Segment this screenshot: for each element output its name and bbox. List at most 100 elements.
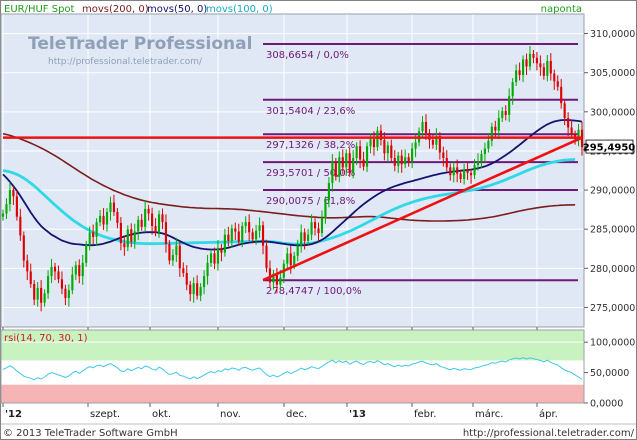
rsi-overbought-zone <box>1 330 584 361</box>
candle-body <box>560 86 563 104</box>
candle-body <box>476 161 480 166</box>
candle-body <box>50 266 53 277</box>
candle-body <box>182 268 185 274</box>
candle-body <box>286 253 289 264</box>
watermark-url: http://professional.teletrader.com/ <box>48 57 203 67</box>
candle-body <box>265 245 268 269</box>
footer-url: http://professional.teletrader.com/ <box>463 428 635 439</box>
candle-body <box>553 73 556 82</box>
candle-body <box>154 226 157 233</box>
candle-body <box>535 57 538 64</box>
rsi-oversold-zone <box>1 384 584 403</box>
candle-body <box>293 255 296 266</box>
candle-body <box>334 161 337 177</box>
candle-body <box>105 211 109 225</box>
candle-body <box>47 276 50 294</box>
candle-body <box>213 253 216 264</box>
candle-body <box>230 228 233 241</box>
candle-body <box>175 245 178 256</box>
candle-body <box>300 232 303 246</box>
candle-body <box>508 96 511 115</box>
candle-body <box>327 183 330 201</box>
candle-body <box>85 244 88 263</box>
candle-body <box>241 226 244 242</box>
candle-body <box>497 118 500 131</box>
candle-body <box>424 121 428 133</box>
price-tick-label: 290,0000 <box>590 186 635 197</box>
legend-ma100: movs(100, 0) <box>206 4 273 15</box>
price-tick-label: 300,0000 <box>590 107 635 118</box>
candle-body <box>178 245 181 269</box>
candle-body <box>365 146 369 167</box>
candle-body <box>338 157 341 177</box>
candle-body <box>147 208 150 214</box>
rsi-tick-label: 0,0000 <box>590 399 623 410</box>
candle-body <box>119 222 122 244</box>
legend-ma50: movs(50, 0) <box>147 4 207 15</box>
candle-body <box>528 53 532 67</box>
candle-body <box>248 222 251 233</box>
candle-body <box>473 165 476 176</box>
price-tick-label: 275,0000 <box>590 303 635 314</box>
candle-body <box>157 214 161 233</box>
candle-body <box>372 139 376 148</box>
candle-body <box>386 145 389 154</box>
candle-body <box>549 60 552 74</box>
candle-body <box>369 139 372 147</box>
candle-body <box>255 230 258 240</box>
time-tick-label: okt. <box>152 409 171 420</box>
candle-body <box>324 200 327 219</box>
candle-body <box>303 232 306 241</box>
candle-body <box>411 148 414 162</box>
candle-body <box>126 229 129 248</box>
candle-body <box>102 215 105 225</box>
candle-body <box>199 287 202 296</box>
candle-body <box>258 225 261 231</box>
fibonacci-label: 290,0075 / 61,8% <box>266 196 355 207</box>
candle-body <box>518 70 521 76</box>
candle-body <box>348 153 351 173</box>
candle-body <box>501 111 504 119</box>
candle-body <box>570 127 573 135</box>
candle-body <box>345 153 348 168</box>
candle-body <box>137 219 140 232</box>
candle-body <box>116 211 119 223</box>
candle-body <box>563 103 566 119</box>
fibonacci-label: 293,5701 / 50,0% <box>266 168 355 179</box>
candle-body <box>33 283 36 300</box>
candle-body <box>227 234 230 241</box>
candle-body <box>71 274 74 291</box>
candle-body <box>539 63 542 68</box>
candle-body <box>341 157 344 168</box>
candle-body <box>92 232 95 238</box>
candle-body <box>331 161 334 184</box>
candle-body <box>449 167 452 176</box>
time-tick-label: ápr. <box>539 408 558 420</box>
candle-body <box>525 59 528 67</box>
time-tick-label: '12 <box>5 409 22 420</box>
candle-body <box>445 157 448 168</box>
candle-body <box>421 121 424 132</box>
price-tick-label: 280,0000 <box>590 264 635 275</box>
price-tick-label: 285,0000 <box>590 225 635 236</box>
candle-body <box>88 232 91 245</box>
rsi-title: rsi(14, 70, 30, 1) <box>4 333 88 344</box>
candle-body <box>43 293 46 303</box>
candle-body <box>81 262 84 277</box>
candle-body <box>404 157 407 165</box>
candle-body <box>431 139 434 145</box>
rsi-tick-label: 100,0000 <box>590 338 635 349</box>
candle-body <box>130 229 133 242</box>
candle-body <box>296 245 299 256</box>
candle-body <box>383 139 386 154</box>
candle-body <box>67 290 70 299</box>
candle-body <box>532 53 535 58</box>
fibonacci-label: 308,6654 / 0,0% <box>266 50 349 61</box>
candle-body <box>144 208 147 227</box>
candle-body <box>60 279 64 289</box>
candle-body <box>397 155 400 166</box>
candle-body <box>220 247 223 253</box>
candle-body <box>15 196 18 217</box>
candle-body <box>359 146 362 160</box>
time-tick-label: nov. <box>220 409 241 420</box>
